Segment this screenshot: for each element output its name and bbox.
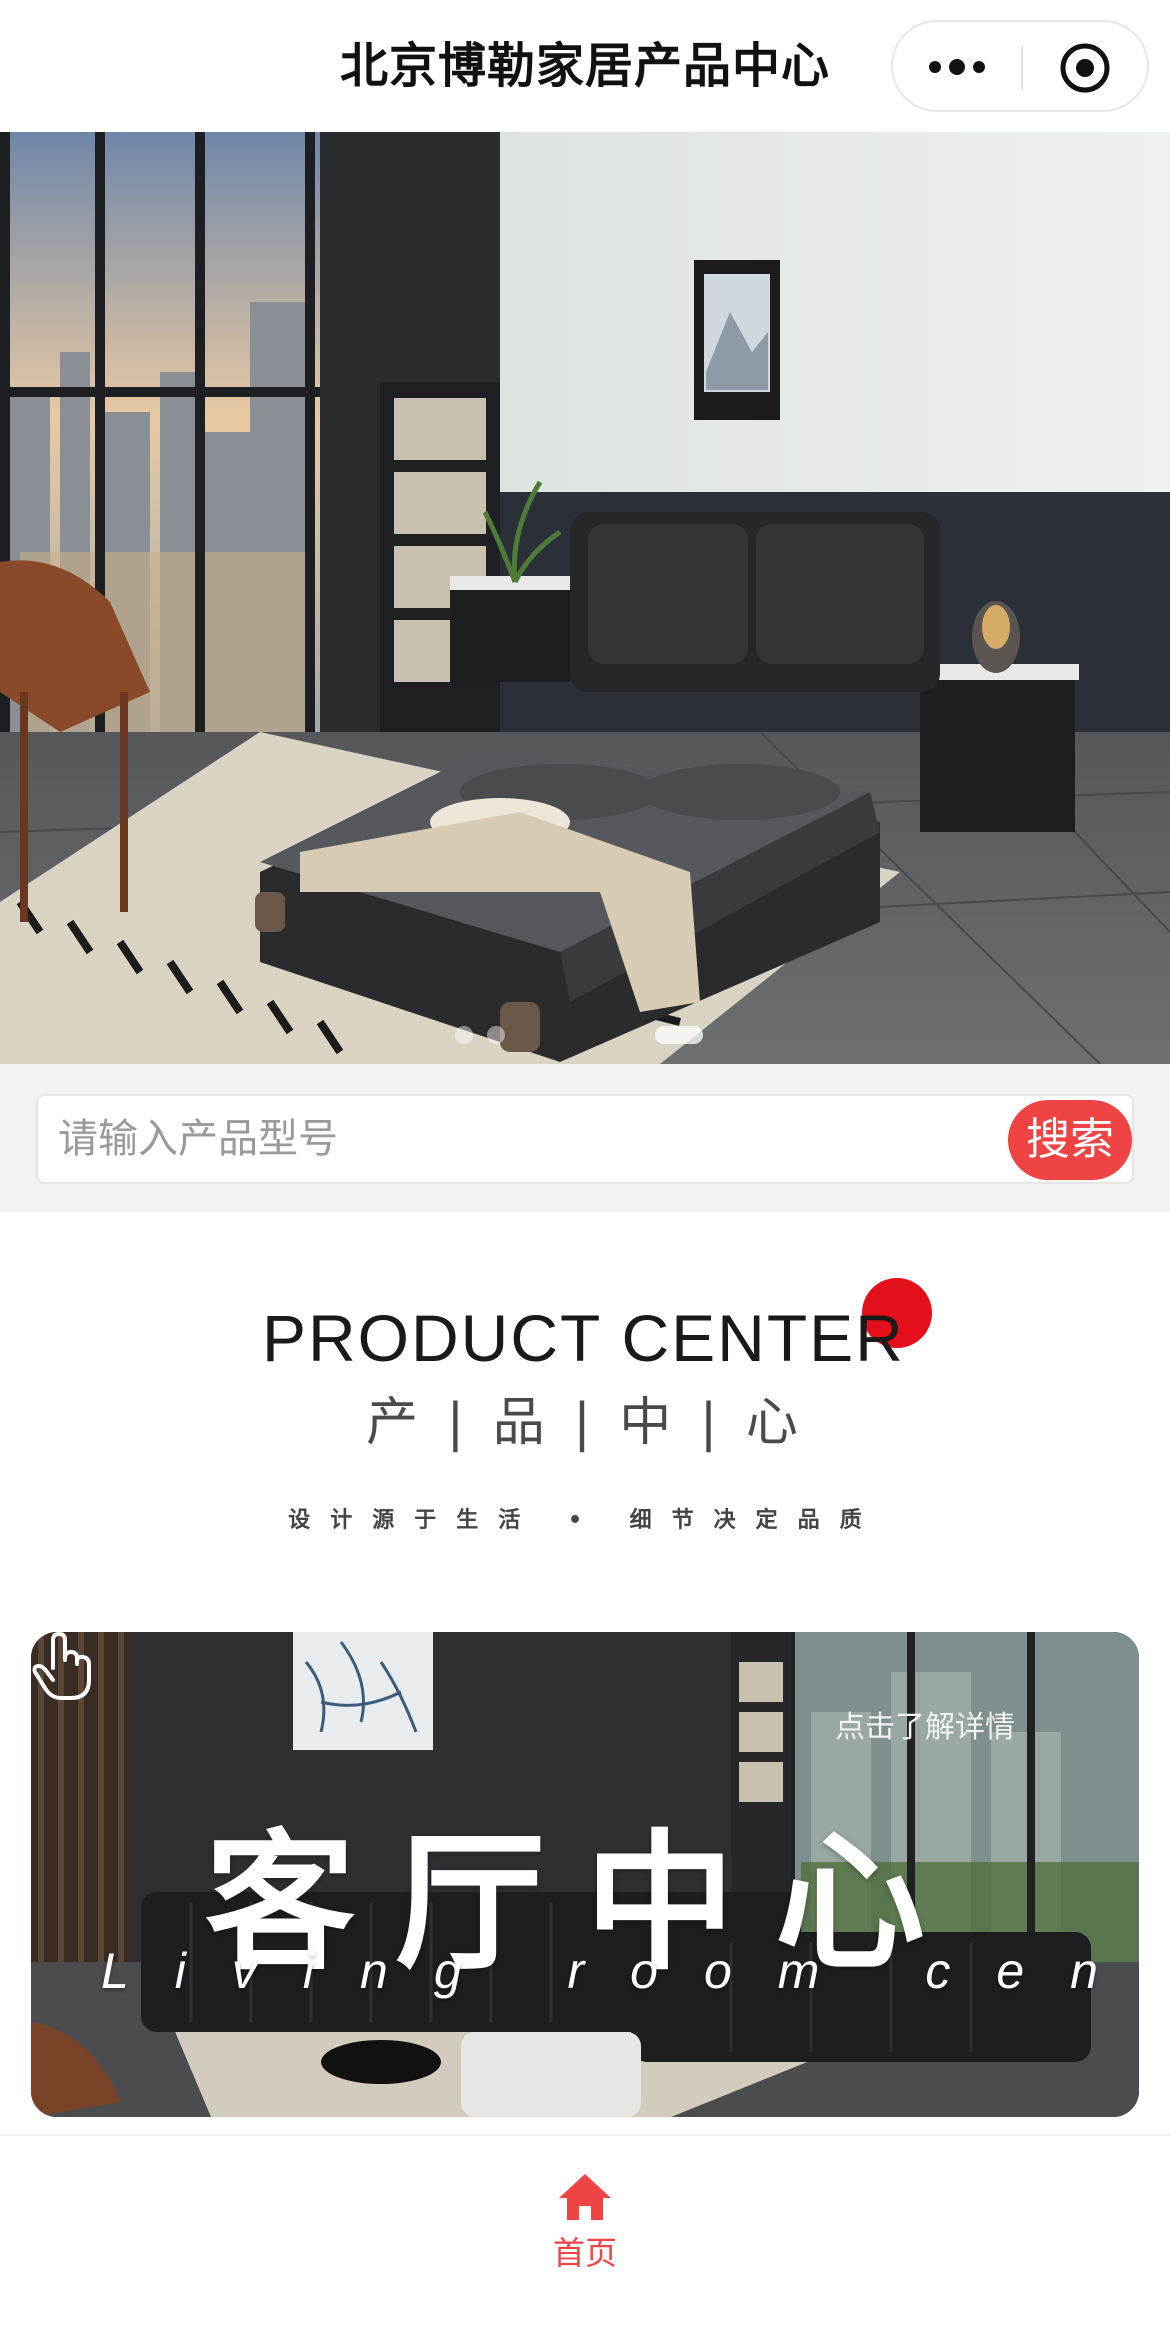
- close-icon[interactable]: [1059, 42, 1111, 94]
- mini-program-capsule: [891, 20, 1149, 112]
- hand-pointer-icon: [32, 1632, 91, 1700]
- search-input[interactable]: [58, 1096, 1008, 1182]
- search-button[interactable]: 搜索: [1008, 1100, 1132, 1180]
- navigation-bar: 北京博勒家居产品中心: [0, 0, 1170, 132]
- carousel-dot-active[interactable]: [655, 1026, 703, 1044]
- card-subtitle: Living room center: [101, 1943, 1139, 1999]
- product-center-title-en: PRODUCT CENTER: [262, 1301, 905, 1375]
- living-room-card[interactable]: 点击了解详情 客厅中心 Living room center: [31, 1632, 1139, 2117]
- product-center-title-cn: 产 | 品 | 中 | 心: [366, 1393, 804, 1453]
- hero-banner[interactable]: [0, 132, 1170, 1064]
- tab-home[interactable]: 首页: [535, 2156, 635, 2276]
- more-icon[interactable]: [927, 52, 987, 82]
- carousel-dot[interactable]: [487, 1026, 505, 1044]
- tab-bar: 首页: [0, 2134, 1170, 2329]
- search-section: 搜索: [0, 1064, 1170, 1212]
- home-icon: [559, 2174, 611, 2220]
- hero-image: [0, 132, 1170, 1064]
- capsule-divider: [1021, 46, 1023, 90]
- search-box: 搜索: [36, 1094, 1134, 1184]
- product-center-slogan: 设计源于生活 • 细节决定品质: [288, 1508, 882, 1533]
- carousel-dot[interactable]: [455, 1026, 473, 1044]
- card-hint: 点击了解详情: [835, 1710, 1015, 1745]
- tab-home-label: 首页: [552, 2234, 617, 2272]
